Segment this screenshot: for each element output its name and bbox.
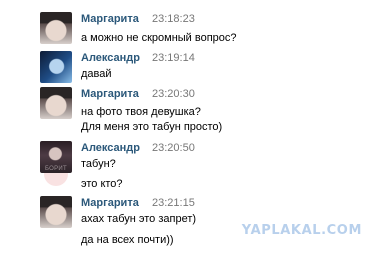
site-watermark: YAPLAKAL.COM [241,223,362,238]
message-text-line: Для меня это табун просто) [81,121,223,133]
user-avatar-photo[interactable]: БОРИТ [40,141,72,173]
message-time: 23:21:15 [152,197,195,209]
sender-name[interactable]: Александр [81,142,140,154]
message-text-line: а можно не скромный вопрос? [81,32,237,44]
user-avatar-photo[interactable] [40,87,72,119]
avatar-caption: БОРИТ [44,166,68,172]
message-text-line: табун? [81,158,116,170]
sender-name[interactable]: Маргарита [81,88,139,100]
sender-name[interactable]: Маргарита [81,13,139,25]
message-time: 23:20:30 [152,88,195,100]
message-time: 23:19:14 [152,52,195,64]
message-text-line: да на всех почти)) [81,234,174,246]
user-avatar-photo[interactable] [40,12,72,44]
message-text-line: давай [81,68,112,80]
sender-name[interactable]: Александр [81,52,140,64]
message-time: 23:18:23 [152,13,195,25]
message-text-line: ахах табун это запрет) [81,213,197,225]
message-time: 23:20:50 [152,142,195,154]
message-text-line: на фото твоя девушка? [81,106,201,118]
sender-name[interactable]: Маргарита [81,197,139,209]
chat-log: Маргарита 23:18:23 а можно не скромный в… [0,0,386,262]
user-avatar-photo[interactable] [40,196,72,228]
message-text-line: это кто? [81,178,123,190]
user-avatar-photo[interactable] [40,51,72,83]
